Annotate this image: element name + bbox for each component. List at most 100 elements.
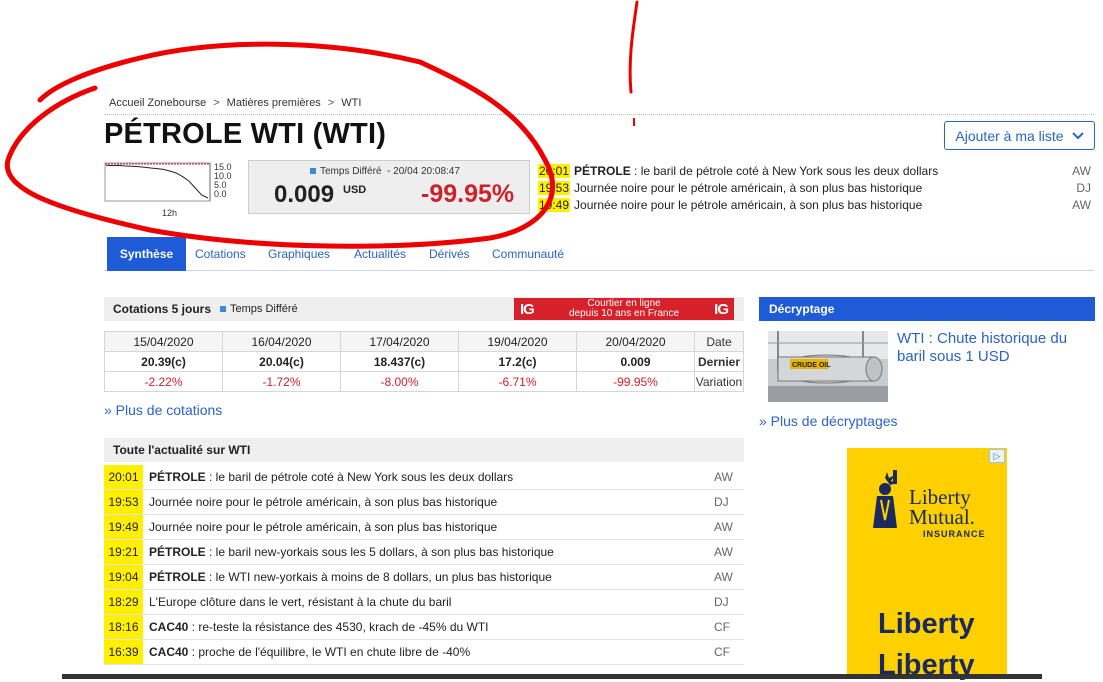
last-cell: 0.009: [576, 351, 695, 372]
news-title: Journée noire pour le pétrole américain,…: [149, 495, 498, 509]
news-title: : re-teste la résistance des 4530, krach…: [188, 620, 489, 634]
tab-bar: Synthèse Cotations Graphiques Actualités…: [104, 237, 1094, 271]
news-list-item[interactable]: 18:16 CAC40 : re-teste la résistance des …: [104, 615, 744, 640]
news-tag: PÉTROLE: [149, 545, 206, 559]
date-cell: 15/04/2020: [104, 331, 223, 352]
delay-label: Temps Différé: [320, 166, 382, 177]
ig-logo: IG: [520, 300, 535, 318]
row-label: Date: [694, 331, 744, 352]
tab-derives[interactable]: Dérivés: [423, 237, 476, 271]
top-news-item[interactable]: 19:53 Journée noire pour le pétrole amér…: [538, 179, 1091, 196]
delay-indicator-icon: [310, 168, 316, 175]
tab-graphiques[interactable]: Graphiques: [262, 237, 336, 271]
adchoices-icon[interactable]: ▷: [989, 449, 1005, 463]
add-to-list-button[interactable]: Ajouter à ma liste: [944, 121, 1095, 150]
news-source: DJ: [714, 495, 729, 509]
table-row-variation: -2.22% -1.72% -8.00% -6.71% -99.95% Vari…: [104, 371, 744, 392]
mini-price-chart[interactable]: 15.010.05.00.0 12h: [104, 160, 234, 220]
breadcrumb-separator: >: [213, 97, 220, 109]
news-time: 16:39: [104, 640, 143, 664]
news-source: DJ: [714, 595, 729, 609]
news-time: 19:49: [538, 197, 571, 212]
news-tag: CAC40: [149, 620, 189, 634]
news-title: L'Europe clôture dans le vert, résistant…: [149, 595, 452, 609]
table-row-last: 20.39(c) 20.04(c) 18.437(c) 17.2(c) 0.00…: [104, 351, 744, 372]
news-time: 20:01: [538, 163, 571, 178]
news-source: AW: [1072, 197, 1091, 212]
chevron-down-icon: [1071, 131, 1084, 139]
top-news-item[interactable]: 20:01 PÉTROLE : le baril de pétrole coté…: [538, 162, 1091, 179]
breadcrumb-commodities[interactable]: Matières premières: [227, 97, 321, 109]
tab-synthese[interactable]: Synthèse: [107, 237, 186, 271]
all-news-header: Toute l'actualité sur WTI: [104, 438, 744, 462]
news-source: AW: [714, 545, 733, 559]
news-source: CF: [714, 620, 730, 634]
last-cell: 18.437(c): [340, 351, 459, 372]
delay-indicator-icon: [220, 306, 227, 312]
news-tag: CAC40: [149, 645, 189, 659]
news-list-item[interactable]: 20:01 PÉTROLE : le baril de pétrole coté …: [104, 465, 744, 490]
liberty-mutual-ad[interactable]: [847, 448, 1007, 679]
news-time: 19:53: [104, 490, 143, 514]
thumbnail-caption: CRUDE OIL: [792, 362, 831, 369]
variation-cell: -1.72%: [222, 371, 341, 392]
news-list-item[interactable]: 19:49 Journée noire pour le pétrole améri…: [104, 515, 744, 540]
news-tag: PÉTROLE: [149, 570, 206, 584]
variation-cell: -6.71%: [458, 371, 577, 392]
variation-cell: -8.00%: [340, 371, 459, 392]
last-cell: 20.04(c): [222, 351, 341, 372]
quote-price: 0.009: [274, 181, 335, 208]
table-row-dates: 15/04/2020 16/04/2020 17/04/2020 19/04/2…: [104, 331, 744, 352]
variation-cell: -99.95%: [576, 371, 695, 392]
news-time: 19:49: [104, 515, 143, 539]
news-list-item[interactable]: 19:21 PÉTROLE : le baril new-yorkais sous…: [104, 540, 744, 565]
date-cell: 17/04/2020: [340, 331, 459, 352]
news-source: DJ: [1076, 180, 1091, 195]
news-list-item[interactable]: 18:29 L'Europe clôture dans le vert, rési…: [104, 590, 744, 615]
tab-actualites[interactable]: Actualités: [348, 237, 412, 271]
ig-ad-banner[interactable]: IG Courtier en ligne depuis 10 ans en Fra…: [514, 298, 734, 320]
news-title: Journée noire pour le pétrole américain,…: [574, 197, 923, 212]
news-time: 20:01: [104, 465, 143, 489]
last-cell: 20.39(c): [104, 351, 223, 372]
mini-chart-y-tick: 0.0: [214, 189, 227, 199]
breadcrumb-separator: >: [327, 97, 335, 109]
top-news-item[interactable]: 19:49 Journée noire pour le pétrole amér…: [538, 196, 1091, 213]
oil-tank-thumbnail[interactable]: CRUDE OIL: [768, 331, 888, 402]
mini-chart-x-label: 12h: [162, 208, 177, 218]
tab-communaute[interactable]: Communauté: [486, 237, 570, 271]
news-list-item[interactable]: 16:39 CAC40 : proche de l'équilibre, le W…: [104, 640, 744, 665]
news-title: : le baril new-yorkais sous les 5 dollar…: [205, 545, 554, 559]
quote-currency: USD: [343, 184, 367, 196]
news-list-item[interactable]: 19:04 PÉTROLE : le WTI new-yorkais à moin…: [104, 565, 744, 590]
quote-time: - 20/04 20:08:47: [387, 166, 460, 177]
news-time: 19:04: [104, 565, 143, 589]
add-to-list-label: Ajouter à ma liste: [955, 127, 1064, 144]
more-decryptages-link[interactable]: » Plus de décryptages: [759, 413, 898, 429]
more-quotes-link[interactable]: » Plus de cotations: [104, 402, 222, 418]
header-divider: [104, 114, 1094, 115]
news-title: : proche de l'équilibre, le WTI en chute…: [188, 645, 471, 659]
news-source: AW: [714, 570, 733, 584]
decryptage-article-title[interactable]: WTI : Chute historique du baril sous 1 U…: [897, 330, 1092, 366]
quotes-5-days-title: Cotations 5 jours: [113, 302, 212, 316]
news-tag: PÉTROLE: [149, 470, 206, 484]
date-cell: 20/04/2020: [576, 331, 695, 352]
news-source: CF: [714, 645, 730, 659]
breadcrumb-current[interactable]: WTI: [341, 97, 361, 109]
news-time: 19:53: [538, 180, 571, 195]
news-title: Journée noire pour le pétrole américain,…: [149, 520, 498, 534]
date-cell: 19/04/2020: [458, 331, 577, 352]
statue-of-liberty-logo-icon: [873, 470, 897, 528]
quote-change: -99.95%: [421, 180, 515, 208]
tab-cotations[interactable]: Cotations: [189, 237, 252, 271]
ad-brand-name: Liberty Mutual.: [909, 485, 975, 529]
quotes-5-days-table: 15/04/2020 16/04/2020 17/04/2020 19/04/2…: [104, 331, 744, 392]
ig-text-line2: depuis 10 ans en France: [568, 308, 680, 319]
news-title: : le WTI new-yorkais à moins de 8 dollar…: [205, 570, 552, 584]
quote-timestamp: Temps Différé - 20/04 20:08:47: [310, 166, 460, 177]
breadcrumb-home[interactable]: Accueil Zonebourse: [109, 97, 206, 109]
row-label: Variation: [694, 371, 744, 392]
delay-label: Temps Différé: [230, 303, 298, 315]
news-list-item[interactable]: 19:53 Journée noire pour le pétrole améri…: [104, 490, 744, 515]
